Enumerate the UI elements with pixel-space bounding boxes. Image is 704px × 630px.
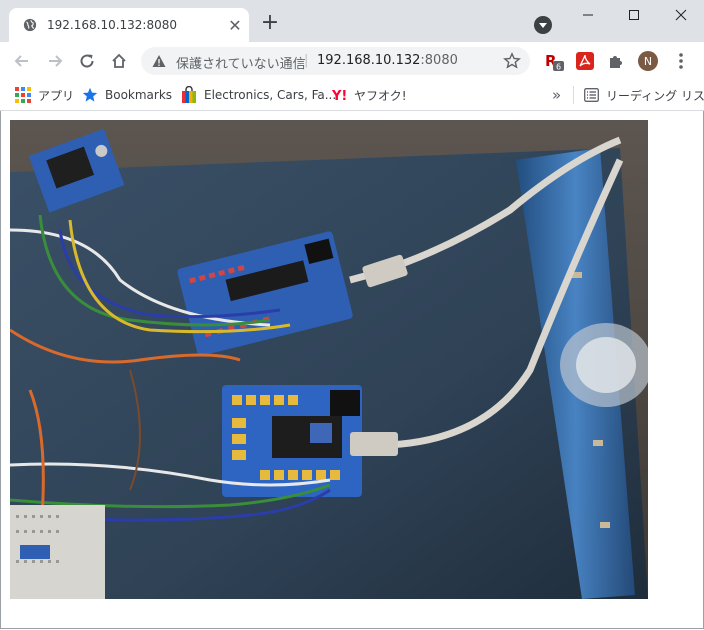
minimize-icon bbox=[583, 14, 593, 16]
reading-list-icon bbox=[584, 88, 599, 102]
svg-text:Y!: Y! bbox=[332, 89, 347, 102]
arrow-right-icon bbox=[49, 55, 63, 67]
bookmarks-divider bbox=[573, 86, 574, 104]
webcam-stream-image bbox=[10, 120, 648, 599]
arrow-left-icon bbox=[14, 55, 28, 67]
url-host: 192.168.10.132 bbox=[317, 53, 421, 68]
url-port: :8080 bbox=[420, 53, 458, 68]
rakuten-icon: R6 bbox=[545, 52, 564, 72]
maximize-icon bbox=[629, 10, 639, 20]
reload-icon bbox=[80, 54, 94, 68]
page-content bbox=[0, 111, 704, 630]
tab-search-icon[interactable] bbox=[534, 16, 552, 34]
extensions-button[interactable] bbox=[606, 51, 626, 71]
acrobat-extension-button[interactable] bbox=[575, 51, 595, 71]
browser-toolbar: 保護されていない通信 | 192.168.10.132:8080 R6 N bbox=[0, 42, 704, 80]
star-icon bbox=[82, 87, 98, 102]
avatar: N bbox=[638, 51, 658, 71]
security-label[interactable]: 保護されていない通信 bbox=[176, 53, 306, 72]
forward-button[interactable] bbox=[42, 48, 68, 74]
profile-avatar-button[interactable]: N bbox=[638, 51, 658, 71]
close-window-button[interactable] bbox=[658, 0, 704, 30]
puzzle-icon bbox=[610, 56, 622, 68]
close-icon bbox=[675, 9, 687, 21]
reading-list-button[interactable]: リーディング リスト bbox=[584, 80, 704, 110]
bookmarks-overflow-button[interactable]: » bbox=[552, 80, 561, 110]
bookmark-yahuoku[interactable]: Y! ヤフオク! bbox=[332, 80, 407, 110]
bookmark-label: Electronics, Cars, Fa... bbox=[204, 88, 337, 102]
minimize-button[interactable] bbox=[565, 0, 611, 30]
globe-icon bbox=[23, 18, 37, 32]
browser-menu-button[interactable] bbox=[671, 51, 691, 71]
reading-list-label: リーディング リスト bbox=[606, 88, 704, 103]
back-button[interactable] bbox=[9, 48, 35, 74]
svg-text:N: N bbox=[644, 55, 652, 68]
bookmark-label: Bookmarks bbox=[105, 88, 173, 102]
bookmark-bookmarks[interactable]: Bookmarks bbox=[82, 80, 172, 110]
bookmark-label: アプリ bbox=[38, 88, 75, 103]
extension-badge: 6 bbox=[556, 63, 561, 72]
bookmarks-bar: アプリ Bookmarks Electronics, Cars, Fa... Y… bbox=[0, 80, 704, 111]
rakuten-extension-button[interactable]: R6 bbox=[544, 51, 564, 71]
tab-title: 192.168.10.132:8080 bbox=[47, 18, 178, 32]
shopping-bag-icon bbox=[182, 86, 196, 103]
acrobat-icon bbox=[576, 52, 594, 70]
maximize-button[interactable] bbox=[611, 0, 657, 30]
bookmark-star-icon[interactable] bbox=[503, 52, 521, 70]
home-icon bbox=[112, 53, 126, 68]
tab-strip: 192.168.10.132:8080 ✕ + bbox=[0, 0, 704, 42]
address-separator: | bbox=[304, 53, 309, 68]
url-text[interactable]: 192.168.10.132:8080 bbox=[317, 53, 458, 68]
tab-active[interactable]: 192.168.10.132:8080 ✕ bbox=[9, 8, 249, 42]
address-bar[interactable]: 保護されていない通信 | 192.168.10.132:8080 bbox=[141, 47, 530, 75]
home-button[interactable] bbox=[106, 48, 132, 74]
kebab-menu-icon bbox=[679, 53, 683, 69]
apps-grid-icon bbox=[15, 87, 31, 103]
bookmark-electronics[interactable]: Electronics, Cars, Fa... bbox=[181, 80, 336, 110]
bookmark-apps[interactable]: アプリ bbox=[15, 80, 74, 110]
reload-button[interactable] bbox=[74, 48, 100, 74]
new-tab-button[interactable]: + bbox=[259, 12, 281, 35]
bookmark-label: ヤフオク! bbox=[354, 88, 407, 103]
yahoo-icon: Y! bbox=[332, 89, 347, 102]
warning-icon[interactable] bbox=[152, 54, 166, 68]
close-tab-icon[interactable]: ✕ bbox=[225, 15, 245, 35]
